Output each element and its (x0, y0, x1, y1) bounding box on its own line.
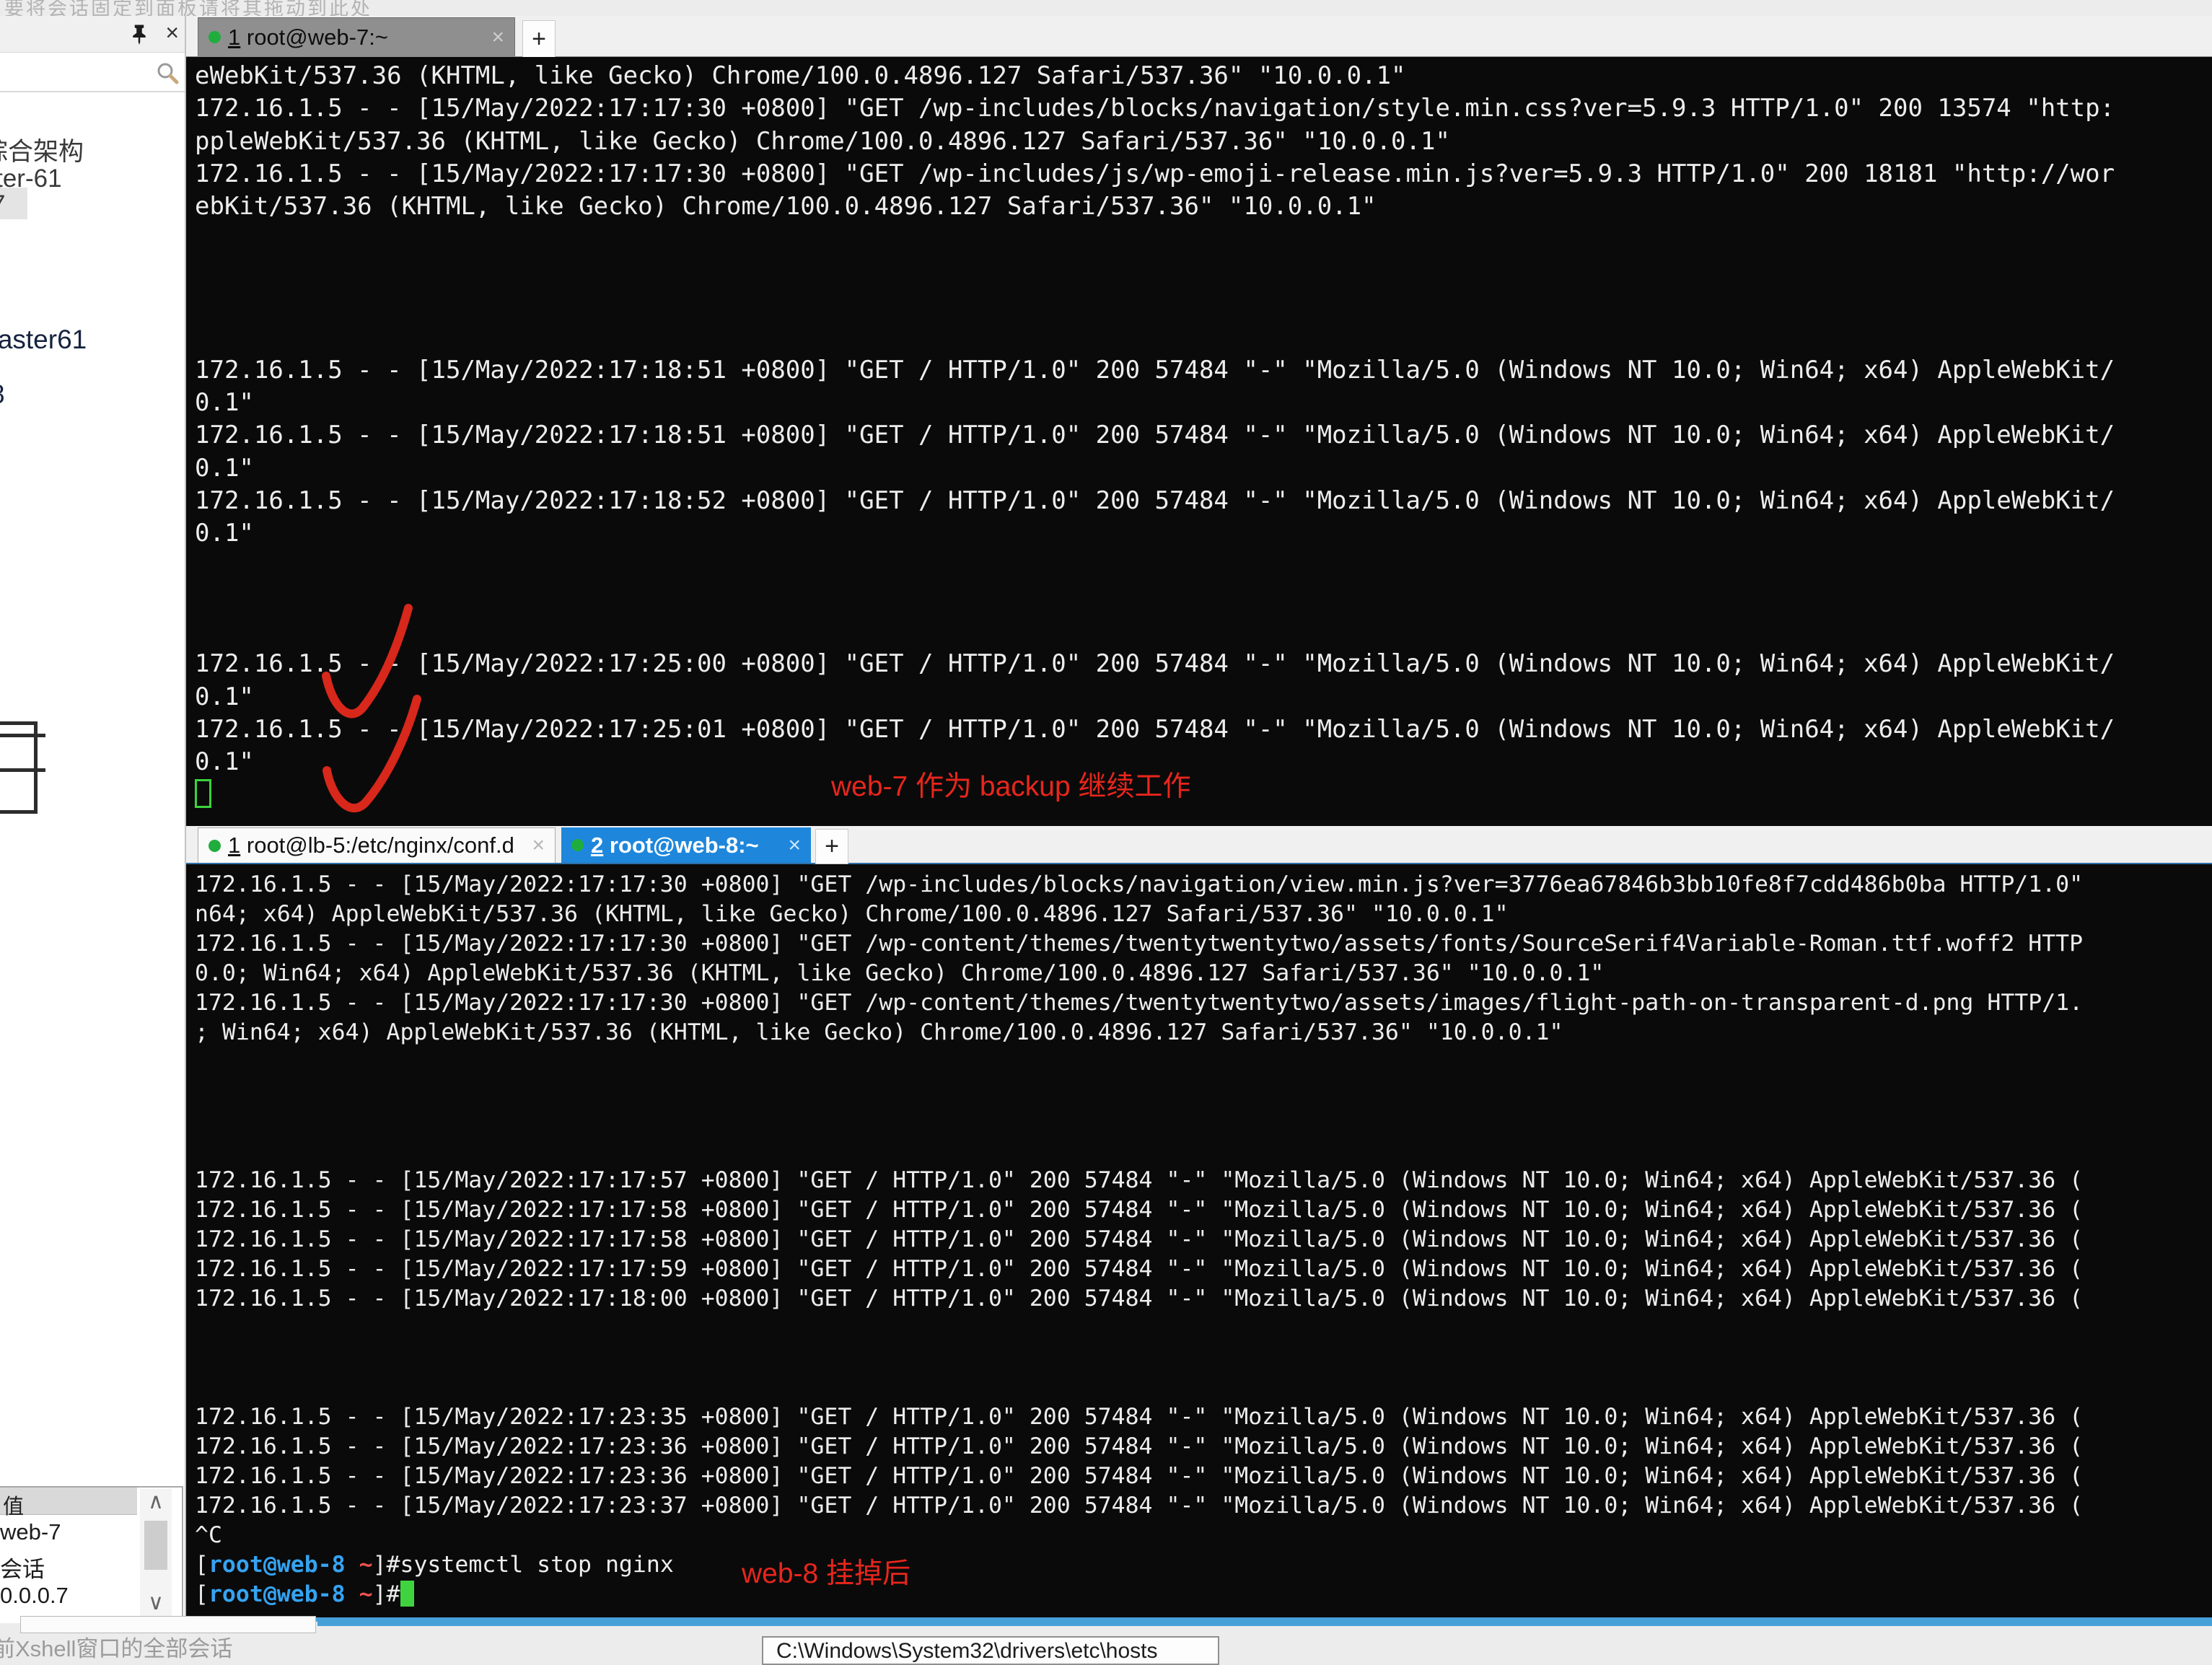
terminal-line: ppleWebKit/537.36 (KHTML, like Gecko) Ch… (195, 126, 2212, 158)
terminal-line (195, 1077, 2212, 1107)
tab-label: 2 root@web-8:~ (591, 832, 759, 858)
footer-hint-text: 前Xshell窗口的全部会话 (0, 1630, 232, 1663)
bottom-tabbar: 1 root@lb-5:/etc/nginx/conf.d × 2 root@w… (186, 826, 2212, 864)
tab-web7[interactable]: 1 root@web-7:~ × (198, 17, 515, 56)
terminal-line (195, 223, 2212, 255)
terminal-line: 172.16.1.5 - - [15/May/2022:17:18:51 +08… (195, 419, 2212, 452)
terminal-line (195, 583, 2212, 615)
window-stack-icon (0, 721, 38, 814)
tab-lb5[interactable]: 1 root@lb-5:/etc/nginx/conf.d × (198, 827, 556, 863)
sidebar-item-master-61[interactable]: master-61 (0, 164, 62, 193)
terminal-line: ebKit/537.36 (KHTML, like Gecko) Chrome/… (195, 190, 2212, 223)
terminal-line: 172.16.1.5 - - [15/May/2022:17:18:51 +08… (195, 354, 2212, 387)
terminal-line: 0.0; Win64; x64) AppleWebKit/537.36 (KHT… (195, 959, 2212, 988)
terminal-line: eWebKit/537.36 (KHTML, like Gecko) Chrom… (195, 60, 2212, 92)
sidebar-item-arch[interactable]: 综合架构 (0, 131, 84, 168)
terminal-line (195, 1107, 2212, 1136)
value-list-panel: 值 web-7 会话 0.0.0.7 ∧ ∨ (0, 1486, 183, 1625)
list-item[interactable]: 会话 (0, 1551, 45, 1583)
session-connected-dot (571, 839, 584, 851)
session-connected-dot (209, 840, 221, 852)
terminal-line: 172.16.1.5 - - [15/May/2022:17:23:36 +08… (195, 1432, 2212, 1462)
terminal-line (195, 1373, 2212, 1402)
list-item[interactable]: 0.0.0.7 (0, 1583, 69, 1609)
terminal-line (195, 615, 2212, 648)
terminal-line: 0.1" (195, 517, 2212, 550)
terminal-line: ^C (195, 1521, 2212, 1550)
tab-label: 1 root@lb-5:/etc/nginx/conf.d (228, 832, 514, 858)
terminal-output-web7[interactable]: eWebKit/537.36 (KHTML, like Gecko) Chrom… (186, 57, 2212, 826)
tab-close-icon[interactable]: × (491, 27, 504, 48)
terminal-line (195, 289, 2212, 321)
terminal-line: 172.16.1.5 - - [15/May/2022:17:17:30 +08… (195, 929, 2212, 959)
terminal-line (195, 256, 2212, 289)
value-panel-header: 值 (0, 1488, 137, 1515)
session-sidebar: × 综合架构 master-61 7 master61 8 (0, 16, 186, 1651)
terminal-line: 172.16.1.5 - - [15/May/2022:17:25:01 +08… (195, 713, 2212, 746)
scrollbar[interactable]: ∧ ∨ (140, 1489, 172, 1619)
terminal-line: 172.16.1.5 - - [15/May/2022:17:23:35 +08… (195, 1402, 2212, 1432)
footer-strip: 前Xshell窗口的全部会话 C:\Windows\System32\drive… (0, 1623, 2212, 1651)
terminal-line: 172.16.1.5 - - [15/May/2022:17:23:37 +08… (195, 1491, 2212, 1521)
terminal-line: 172.16.1.5 - - [15/May/2022:17:25:00 +08… (195, 648, 2212, 680)
sidebar-search-row[interactable] (0, 53, 185, 92)
search-icon[interactable] (156, 61, 179, 84)
sidebar-item-master61[interactable]: master61 (0, 325, 87, 355)
terminal-line: 172.16.1.5 - - [15/May/2022:17:17:58 +08… (195, 1195, 2212, 1225)
terminal-line: 0.1" (195, 452, 2212, 485)
terminal-output-web8[interactable]: 172.16.1.5 - - [15/May/2022:17:17:30 +08… (186, 864, 2212, 1622)
pin-icon[interactable] (128, 23, 150, 45)
annotation-web7-backup: web-7 作为 backup 继续工作 (831, 764, 1191, 804)
list-item[interactable]: web-7 (0, 1519, 61, 1545)
scrollbar-thumb[interactable] (144, 1521, 167, 1570)
terminal-line: 172.16.1.5 - - [15/May/2022:17:17:30 +08… (195, 158, 2212, 190)
terminal-line: [root@web-8 ~]# (195, 1580, 2212, 1609)
annotation-web8-down: web-8 挂掉后 (742, 1551, 910, 1591)
red-checkmark-annotation (302, 591, 460, 826)
terminal-line: 172.16.1.5 - - [15/May/2022:17:17:59 +08… (195, 1255, 2212, 1284)
terminal-window-web8: 1 root@lb-5:/etc/nginx/conf.d × 2 root@w… (186, 826, 2212, 1623)
terminal-line: 172.16.1.5 - - [15/May/2022:17:17:30 +08… (195, 988, 2212, 1018)
terminal-line: 172.16.1.5 - - [15/May/2022:17:18:52 +08… (195, 485, 2212, 517)
terminal-line (195, 321, 2212, 353)
terminal-cursor (195, 779, 211, 808)
new-tab-button[interactable]: + (815, 829, 848, 864)
sidebar-header: × (0, 16, 185, 53)
sidebar-item-7[interactable]: 7 (0, 190, 5, 219)
scroll-down-icon[interactable]: ∨ (140, 1590, 172, 1616)
sidebar-item-8[interactable]: 8 (0, 379, 5, 410)
close-icon[interactable]: × (165, 20, 179, 45)
terminal-line (195, 1047, 2212, 1077)
tab-close-icon[interactable]: × (788, 835, 801, 856)
terminal-line: 0.1" (195, 746, 2212, 778)
terminal-line (195, 1136, 2212, 1166)
terminal-line: n64; x64) AppleWebKit/537.36 (KHTML, lik… (195, 900, 2212, 929)
terminal-line: 172.16.1.5 - - [15/May/2022:17:18:00 +08… (195, 1284, 2212, 1314)
path-input[interactable]: C:\Windows\System32\drivers\etc\hosts (762, 1636, 1219, 1665)
tab-close-icon[interactable]: × (532, 835, 545, 856)
tab-label: 1 root@web-7:~ (228, 25, 388, 50)
terminal-line: [root@web-8 ~]#systemctl stop nginx (195, 1550, 2212, 1580)
top-tabbar: 1 root@web-7:~ × + (186, 16, 2212, 57)
new-tab-button[interactable]: + (522, 20, 556, 58)
terminal-line: ; Win64; x64) AppleWebKit/537.36 (KHTML,… (195, 1018, 2212, 1047)
terminal-line: 172.16.1.5 - - [15/May/2022:17:17:57 +08… (195, 1166, 2212, 1195)
terminal-line (195, 1314, 2212, 1343)
terminal-line: 172.16.1.5 - - [15/May/2022:17:17:30 +08… (195, 870, 2212, 900)
scroll-up-icon[interactable]: ∧ (140, 1489, 172, 1515)
terminal-line (195, 779, 2212, 812)
terminal-line: 0.1" (195, 681, 2212, 713)
tab-web8-active[interactable]: 2 root@web-8:~ × (561, 827, 811, 863)
window-border-line (317, 1622, 2212, 1626)
terminal-line: 172.16.1.5 - - [15/May/2022:17:17:30 +08… (195, 92, 2212, 125)
terminal-line (195, 550, 2212, 582)
terminal-line: 0.1" (195, 387, 2212, 419)
terminal-line: 172.16.1.5 - - [15/May/2022:17:23:36 +08… (195, 1462, 2212, 1491)
session-connected-dot (209, 31, 221, 43)
terminal-window-web7: 1 root@web-7:~ × + eWebKit/537.36 (KHTML… (186, 16, 2212, 826)
terminal-cursor (400, 1581, 414, 1607)
terminal-line: 172.16.1.5 - - [15/May/2022:17:17:58 +08… (195, 1225, 2212, 1255)
terminal-line (195, 1343, 2212, 1373)
